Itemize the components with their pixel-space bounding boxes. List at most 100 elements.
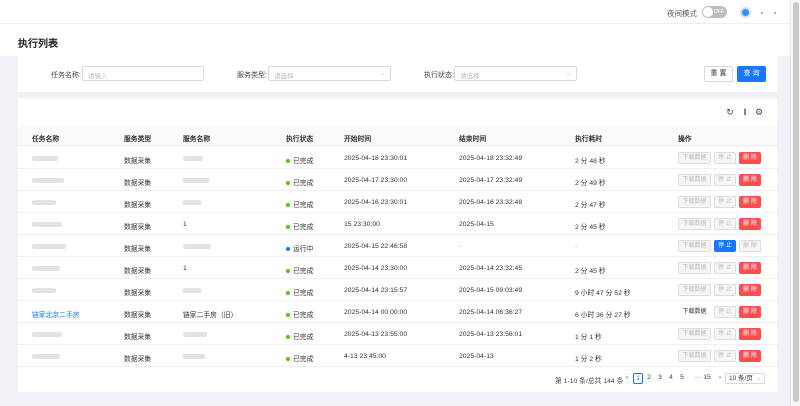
delete-button[interactable]: 删 除	[739, 196, 761, 208]
start-time-cell: 2025-04-14 23:15:57	[344, 287, 408, 294]
night-mode-toggle[interactable]: OFF	[702, 6, 727, 18]
pagination-summary: 第 1-10 条/总共 144 条	[555, 378, 624, 385]
duration-cell: 6 小时 36 分 27 秒	[575, 312, 631, 319]
service-type-cell: 数据采集	[124, 224, 152, 231]
service-type-cell: 数据采集	[124, 356, 152, 363]
service-name-cell: 链家二手房（旧）	[183, 312, 238, 319]
exec-status-placeholder: 请选择	[460, 73, 480, 80]
service-name-redacted	[183, 331, 207, 338]
task-name-redacted[interactable]	[32, 287, 56, 294]
service-type-cell: 数据采集	[124, 158, 152, 165]
duration-cell: 2 分 47 秒	[575, 202, 606, 209]
status-text: 已完成	[293, 180, 314, 187]
top-bar: 夜间模式 OFF	[0, 0, 790, 24]
table-header: 任务名称 服务类型 服务名称 执行状态 开始时间 结束时间 执行耗时 操作	[18, 126, 777, 146]
status-badge: 已完成	[286, 199, 313, 209]
duration-cell: 1 分 2 秒	[575, 356, 602, 363]
task-name-redacted[interactable]	[32, 155, 58, 162]
download-button[interactable]: 下载数据	[678, 306, 711, 318]
task-name-redacted[interactable]	[32, 265, 60, 272]
status-badge: 已完成	[286, 177, 313, 187]
delete-button[interactable]: 删 除	[739, 174, 761, 186]
service-type-cell: 数据采集	[124, 290, 152, 297]
service-name-redacted	[183, 199, 201, 206]
end-time-cell: 2025-04-17 23:32:49	[459, 177, 523, 184]
status-text: 已完成	[293, 268, 314, 275]
service-type-cell: 数据采集	[124, 180, 152, 187]
page-scrollbar[interactable]	[790, 0, 800, 406]
task-name-redacted[interactable]	[32, 199, 56, 206]
status-badge: 运行中	[286, 243, 313, 253]
delete-button[interactable]: 删 除	[739, 306, 761, 318]
avatar[interactable]	[740, 7, 751, 18]
status-dot-icon	[286, 291, 290, 296]
col-task-name: 任务名称	[32, 136, 60, 143]
column-height-icon[interactable]: I	[740, 107, 750, 117]
page-2[interactable]: 2	[644, 373, 654, 384]
prev-page-icon[interactable]: ‹	[622, 373, 632, 384]
page-1[interactable]: 1	[633, 373, 643, 384]
status-badge: 已完成	[286, 265, 313, 275]
end-time-cell: 2025-04-16 23:32:48	[459, 199, 523, 206]
delete-button[interactable]: 删 除	[739, 218, 761, 230]
duration-cell: 2 分 48 秒	[575, 158, 606, 165]
table-row: 数据采集 1 已完成 15 23:30:00 2025-04-15 2 分 45 秒 下载数…	[18, 213, 777, 235]
service-name-cell: 1	[183, 265, 187, 272]
duration-cell: 2 分 45 秒	[575, 224, 606, 231]
page-5[interactable]: 5	[677, 373, 687, 384]
service-name-redacted	[183, 353, 205, 360]
exec-status-select[interactable]: 请选择 ⌄	[454, 66, 577, 81]
delete-button[interactable]: 删 除	[739, 262, 761, 274]
table-row: 数据采集 已完成 2025-04-14 23:15:57 2025-04-15 09:…	[18, 279, 777, 301]
stop-button[interactable]: 停 止	[714, 240, 736, 252]
task-name-redacted[interactable]	[32, 353, 60, 360]
status-dot-icon	[286, 247, 290, 252]
stop-button: 停 止	[714, 174, 736, 186]
gear-icon[interactable]: ⚙	[754, 107, 764, 117]
task-name-redacted[interactable]	[32, 331, 62, 338]
status-dot-icon	[286, 203, 290, 208]
chevron-down-icon: ⌄	[379, 71, 385, 77]
delete-button[interactable]: 删 除	[739, 152, 761, 164]
task-name-link[interactable]: 链家北京二手房	[32, 309, 80, 319]
col-start-time: 开始时间	[344, 136, 372, 143]
service-type-select[interactable]: 请选择 ⌄	[268, 66, 391, 81]
delete-button[interactable]: 删 除	[739, 328, 761, 340]
page-size-select[interactable]: 10 条/页 ⌄	[725, 373, 765, 384]
status-dot-icon	[286, 225, 290, 230]
task-name-redacted[interactable]	[32, 177, 64, 184]
start-time-cell: 2025-04-14 23:30:00	[344, 265, 408, 272]
page-last[interactable]: 15	[701, 373, 713, 384]
status-badge: 已完成	[286, 287, 313, 297]
page-3[interactable]: 3	[655, 373, 665, 384]
table-panel: ↻ I ⚙ 任务名称 服务类型 服务名称 执行状态 开始时间 结束时间 执行耗时…	[18, 98, 777, 392]
status-dot-icon	[286, 181, 290, 186]
status-dot-icon	[286, 357, 290, 362]
scrollbar-thumb[interactable]	[793, 2, 799, 402]
table-row: 数据采集 运行中 2025-04-15 22:46:58 - - 下载数据停 止删 除	[18, 235, 777, 257]
table-row: 数据采集 已完成 2025-04-16 23:30:01 2025-04-16 23:…	[18, 191, 777, 213]
page-4[interactable]: 4	[666, 373, 676, 384]
delete-button[interactable]: 删 除	[739, 284, 761, 296]
query-button[interactable]: 查 询	[737, 66, 766, 82]
delete-button[interactable]: 删 除	[739, 350, 761, 362]
reset-button[interactable]: 重 置	[704, 66, 733, 82]
task-name-label: 任务名称:	[51, 72, 81, 79]
refresh-icon[interactable]: ↻	[725, 107, 735, 117]
next-page-icon[interactable]: ›	[715, 373, 725, 384]
stop-button: 停 止	[714, 218, 736, 230]
service-type-cell: 数据采集	[124, 312, 152, 319]
filter-panel: 任务名称: 请输入 服务类型: 请选择 ⌄ 执行状态: 请选择 ⌄ 重 置 查 …	[18, 56, 777, 92]
service-name-redacted	[183, 177, 209, 184]
more-dot-icon	[761, 12, 763, 14]
chevron-down-icon: ⌄	[565, 71, 571, 77]
toggle-text: OFF	[714, 9, 724, 15]
task-name-redacted[interactable]	[32, 243, 66, 250]
task-name-redacted[interactable]	[32, 221, 62, 228]
duration-cell: 2 分 49 秒	[575, 180, 606, 187]
service-name-redacted	[183, 287, 201, 294]
task-name-input[interactable]: 请输入	[82, 66, 204, 81]
status-text: 已完成	[293, 290, 314, 297]
start-time-cell: 2025-04-14 00:00:00	[344, 309, 408, 316]
start-time-cell: 4-13 23:45:00	[344, 353, 386, 360]
